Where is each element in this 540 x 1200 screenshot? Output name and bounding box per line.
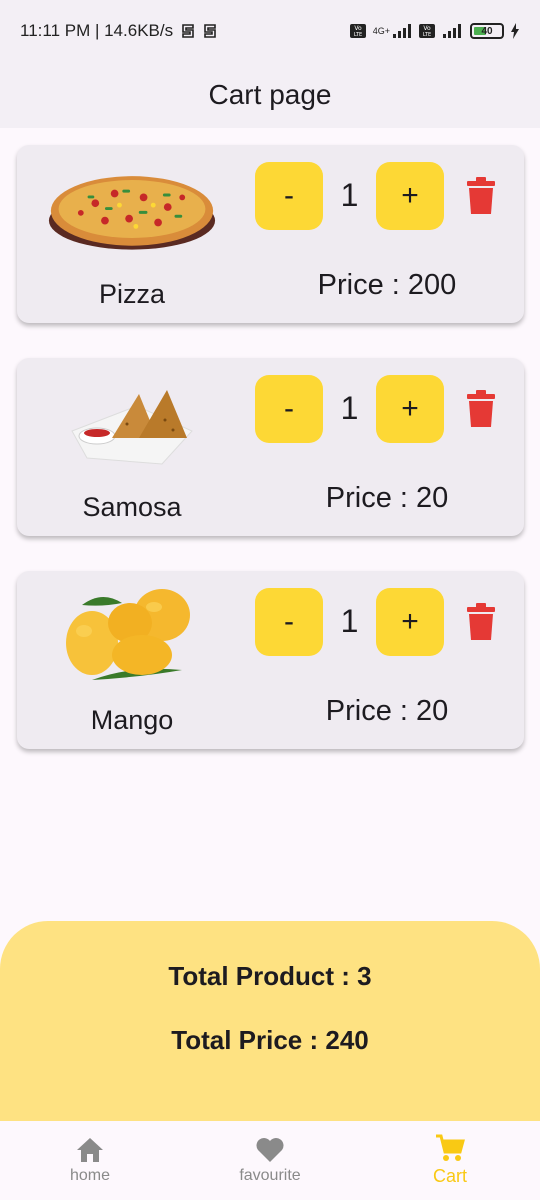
pizza-image bbox=[47, 159, 217, 259]
decrease-quantity-button[interactable]: - bbox=[255, 375, 323, 443]
signal-icon: 4G+ bbox=[373, 23, 412, 39]
svg-text:LTE: LTE bbox=[423, 32, 431, 38]
total-price: Total Price : 240 bbox=[171, 1025, 369, 1055]
item-name: Mango bbox=[90, 705, 174, 735]
cart-item-mango: Mango - 1 + Price : 20 bbox=[17, 571, 524, 749]
cart-icon bbox=[436, 1134, 465, 1161]
cart-item-samosa: Samosa - 1 + Price : 20 bbox=[17, 358, 524, 536]
svg-text:Vo: Vo bbox=[423, 25, 431, 32]
status-bar: 11:11 PM | 14.6KB/s Vo LTE 4G+ Vo LTE 40 bbox=[0, 0, 540, 62]
page-title: Cart page bbox=[208, 79, 332, 110]
item-price: Price : 20 bbox=[325, 695, 449, 727]
decrease-quantity-button[interactable]: - bbox=[255, 162, 323, 230]
svg-text:LTE: LTE bbox=[354, 32, 362, 38]
svg-text:Vo: Vo bbox=[354, 25, 362, 32]
volte-icon: Vo LTE bbox=[349, 23, 367, 39]
heart-icon bbox=[256, 1137, 284, 1162]
delete-icon[interactable] bbox=[463, 175, 499, 217]
item-name: Samosa bbox=[82, 492, 182, 522]
notification-icon bbox=[181, 23, 195, 39]
item-price: Price : 200 bbox=[317, 269, 457, 301]
quantity-value: 1 bbox=[340, 603, 359, 639]
home-icon bbox=[77, 1137, 103, 1162]
nav-label-cart: Cart bbox=[432, 1166, 467, 1186]
delete-icon[interactable] bbox=[463, 601, 499, 643]
cart-item-pizza: Pizza - 1 + Price : 200 bbox=[17, 145, 524, 323]
cart-summary: Total Product : 3 Total Price : 240 bbox=[0, 921, 540, 1121]
notification-icon bbox=[203, 23, 217, 39]
total-product: Total Product : 3 bbox=[168, 961, 372, 991]
volte-icon: Vo LTE bbox=[418, 23, 436, 39]
increase-quantity-button[interactable]: + bbox=[376, 588, 444, 656]
item-name: Pizza bbox=[98, 279, 166, 309]
increase-quantity-button[interactable]: + bbox=[376, 162, 444, 230]
nav-item-cart[interactable]: Cart bbox=[360, 1121, 540, 1200]
charging-icon bbox=[510, 23, 520, 39]
app-bar: Cart page bbox=[0, 62, 540, 128]
samosa-image bbox=[47, 372, 217, 472]
status-time: 11:11 PM | 14.6KB/s bbox=[20, 21, 174, 40]
signal-icon bbox=[442, 23, 464, 39]
bottom-navigation: home favourite Cart bbox=[0, 1121, 540, 1200]
quantity-value: 1 bbox=[340, 390, 359, 426]
decrease-quantity-button[interactable]: - bbox=[255, 588, 323, 656]
nav-label-home: home bbox=[69, 1166, 111, 1184]
increase-quantity-button[interactable]: + bbox=[376, 375, 444, 443]
item-price: Price : 20 bbox=[325, 482, 449, 514]
nav-item-home[interactable]: home bbox=[0, 1121, 180, 1200]
nav-item-favourite[interactable]: favourite bbox=[180, 1121, 360, 1200]
battery-level: 40 bbox=[481, 25, 493, 37]
battery-icon: 40 bbox=[470, 23, 504, 39]
nav-label-favourite: favourite bbox=[239, 1166, 301, 1184]
network-label: 4G+ bbox=[372, 26, 390, 36]
quantity-value: 1 bbox=[340, 177, 359, 213]
mango-image bbox=[47, 585, 217, 685]
delete-icon[interactable] bbox=[463, 388, 499, 430]
